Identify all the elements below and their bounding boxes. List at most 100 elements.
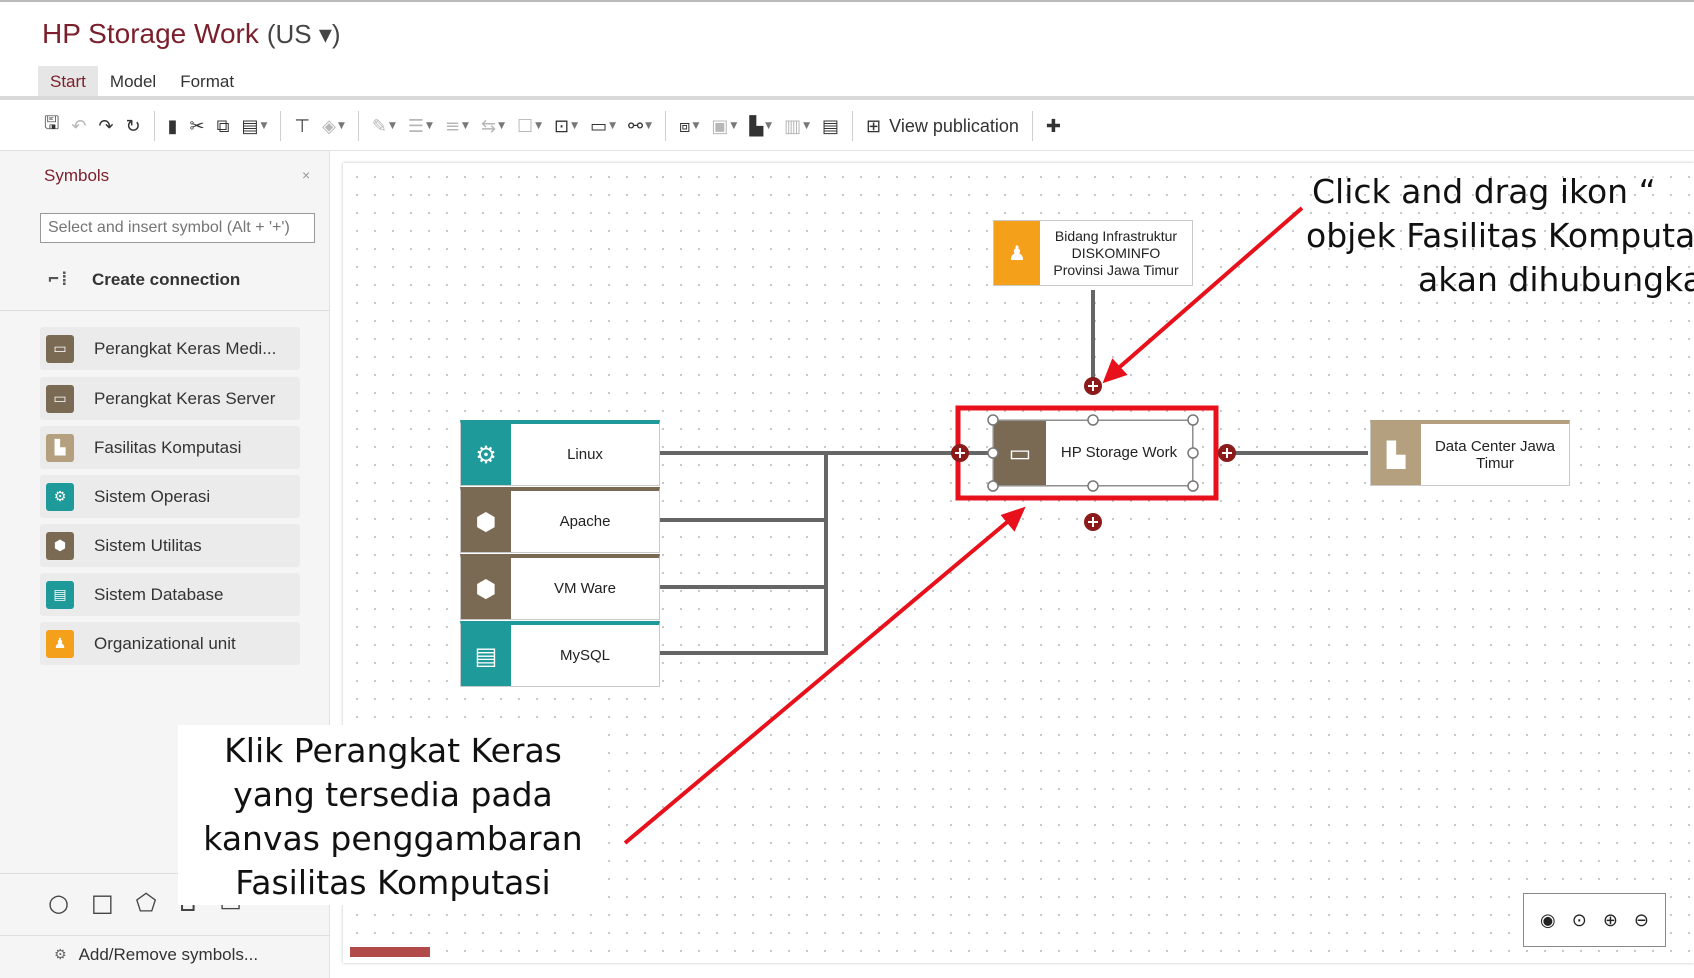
gear-icon: ⚙ xyxy=(54,947,67,963)
edit-icon[interactable]: ☐ ▼ xyxy=(511,111,548,141)
software-node-linux[interactable]: ⚙ Linux xyxy=(460,420,660,486)
toolbar-separator xyxy=(665,111,667,141)
cut-icon[interactable]: ✂ xyxy=(184,111,211,141)
symbol-item-database-system[interactable]: ▤ Sistem Database xyxy=(40,573,300,616)
symbol-label: Organizational unit xyxy=(94,633,236,653)
add-remove-symbols-link[interactable]: ⚙ Add/Remove symbols... xyxy=(54,945,258,965)
create-connection-button[interactable]: ⌐⁞ Create connection xyxy=(48,269,240,291)
symbol-label: Sistem Database xyxy=(94,584,224,604)
os-icon: ⚙ xyxy=(46,482,74,511)
view-publication-label: View publication xyxy=(889,115,1019,136)
symbol-item-organizational-unit[interactable]: ♟ Organizational unit xyxy=(40,622,300,665)
database-window-icon: ▤ xyxy=(461,625,511,686)
close-icon[interactable]: × xyxy=(302,167,310,183)
line-style-icon[interactable]: ☰ ▼ xyxy=(402,111,439,141)
node-label: Apache xyxy=(559,512,611,530)
org-unit-icon: ♟ xyxy=(994,221,1040,285)
toolbar-separator xyxy=(280,111,282,141)
group-icon[interactable]: ▣ ▼ xyxy=(705,111,743,141)
zoom-in-icon[interactable]: ⊕ xyxy=(1603,910,1618,931)
symbol-label: Perangkat Keras Server xyxy=(94,388,276,408)
org-unit-node[interactable]: ♟ Bidang Infrastruktur DISKOMINFO Provin… xyxy=(993,220,1193,286)
instruction-callout-right: Click and drag ikon “ objek Fasilitas Ko… xyxy=(1300,170,1694,302)
language-selector[interactable]: (US ▾) xyxy=(267,19,341,49)
arrows-icon[interactable]: ⇆ ▼ xyxy=(475,111,511,141)
arrange-icon[interactable]: ⧈ ▼ xyxy=(673,111,705,141)
tab-model[interactable]: Model xyxy=(98,66,168,100)
zoom-out-icon[interactable]: ⊖ xyxy=(1634,910,1649,931)
horizontal-scrollbar-thumb[interactable] xyxy=(350,947,430,957)
symbol-label: Fasilitas Komputasi xyxy=(94,437,242,457)
toolbar-separator xyxy=(1031,111,1033,141)
comment-icon[interactable]: ▭ ▼ xyxy=(584,111,622,141)
node-label: Linux xyxy=(567,445,603,463)
sidebar-divider xyxy=(0,310,330,311)
link-icon[interactable]: ⚯ ▼ xyxy=(622,111,658,141)
callout-line: Click and drag ikon “ xyxy=(1312,172,1656,211)
format-painter-icon[interactable]: ⊤ xyxy=(288,111,316,141)
document-title: HP Storage Work (US ▾) xyxy=(42,18,341,50)
eye-icon[interactable]: ◉ xyxy=(1540,910,1556,931)
page-icon[interactable]: ▤ xyxy=(816,111,845,141)
refresh-icon[interactable]: ↻ xyxy=(120,111,147,141)
sidebar-divider xyxy=(0,935,330,936)
fill-icon[interactable]: ◈ ▼ xyxy=(316,111,351,141)
org-unit-icon: ♟ xyxy=(46,629,74,658)
node-label: Data Center Jawa Timur xyxy=(1434,437,1556,472)
publication-icon: ⊞ xyxy=(866,115,882,137)
redo-icon[interactable]: ↷ xyxy=(92,111,119,141)
delete-icon[interactable]: ▮ xyxy=(162,111,184,141)
os-icon: ⚙ xyxy=(461,424,511,485)
title-text: HP Storage Work xyxy=(42,18,259,49)
distribute-icon[interactable]: ▥ ▼ xyxy=(778,111,816,141)
align-icon[interactable]: ▙ ▼ xyxy=(743,111,778,141)
save-icon[interactable]: 🖫 xyxy=(38,111,65,141)
cube-icon: ⬢ xyxy=(46,531,74,560)
database-window-icon: ▤ xyxy=(46,580,74,609)
tab-divider xyxy=(0,96,1694,100)
circle-shape-icon[interactable]: ○ xyxy=(48,889,69,917)
add-remove-label: Add/Remove symbols... xyxy=(78,945,259,964)
symbol-item-hardware-server[interactable]: ▭ Perangkat Keras Server xyxy=(40,377,300,420)
hardware-node-selected[interactable]: ▭ HP Storage Work xyxy=(993,420,1193,486)
undo-icon[interactable]: ↶ xyxy=(65,111,92,141)
ribbon-tabs: Start Model Format xyxy=(38,66,246,100)
cube-icon: ⬢ xyxy=(461,491,511,552)
software-node-mysql[interactable]: ▤ MySQL xyxy=(460,621,660,687)
line-weight-icon[interactable]: ≡ ▼ xyxy=(439,111,475,141)
symbol-label: Sistem Utilitas xyxy=(94,535,202,555)
shape-icon[interactable]: ⊡ ▼ xyxy=(548,111,584,141)
symbol-label: Sistem Operasi xyxy=(94,486,211,506)
line-color-icon[interactable]: ✎ ▼ xyxy=(366,111,402,141)
symbol-search-input[interactable] xyxy=(40,213,315,243)
toolbar: 🖫 ↶ ↷ ↻ ▮ ✂ ⧉ ▤ ▼ ⊤ ◈ ▼ ✎ ▼ ☰ ▼ ≡ ▼ ⇆ ▼ ☐ ▼ ⊡ ▼ … xyxy=(38,106,1067,146)
factory-icon: ▙ xyxy=(46,433,74,462)
feedback-icon[interactable]: ✚ xyxy=(1040,111,1067,141)
symbol-item-computing-facility[interactable]: ▙ Fasilitas Komputasi xyxy=(40,426,300,469)
callout-line: yang tersedia pada xyxy=(233,775,553,814)
factory-icon: ▙ xyxy=(1371,424,1421,485)
tab-format[interactable]: Format xyxy=(168,66,246,100)
view-publication-button[interactable]: ⊞ View publication xyxy=(860,111,1025,141)
tab-start[interactable]: Start xyxy=(38,66,98,100)
rectangle-shape-icon[interactable]: □ xyxy=(91,889,114,917)
symbols-header: Symbols xyxy=(44,166,110,185)
callout-line: Klik Perangkat Keras xyxy=(224,731,562,770)
zoom-100-icon[interactable]: ⊙ xyxy=(1572,910,1587,931)
symbol-label: Perangkat Keras Medi... xyxy=(94,338,277,358)
paste-icon[interactable]: ▤ ▼ xyxy=(235,111,273,141)
monitor-icon: ▭ xyxy=(46,334,74,363)
software-node-apache[interactable]: ⬢ Apache xyxy=(460,487,660,553)
node-label: VM Ware xyxy=(554,579,616,597)
facility-node[interactable]: ▙ Data Center Jawa Timur xyxy=(1370,420,1570,486)
symbol-item-utility-system[interactable]: ⬢ Sistem Utilitas xyxy=(40,524,300,567)
pentagon-shape-icon[interactable]: ⬠ xyxy=(136,889,157,917)
monitor-icon: ▭ xyxy=(46,384,74,413)
symbol-item-operating-system[interactable]: ⚙ Sistem Operasi xyxy=(40,475,300,518)
copy-icon[interactable]: ⧉ xyxy=(211,111,236,141)
node-label: MySQL xyxy=(559,646,610,664)
software-node-vmware[interactable]: ⬢ VM Ware xyxy=(460,554,660,620)
toolbar-separator xyxy=(153,111,155,141)
callout-line: kanvas penggambaran xyxy=(203,819,583,858)
symbol-item-hardware-media[interactable]: ▭ Perangkat Keras Medi... xyxy=(40,327,300,370)
